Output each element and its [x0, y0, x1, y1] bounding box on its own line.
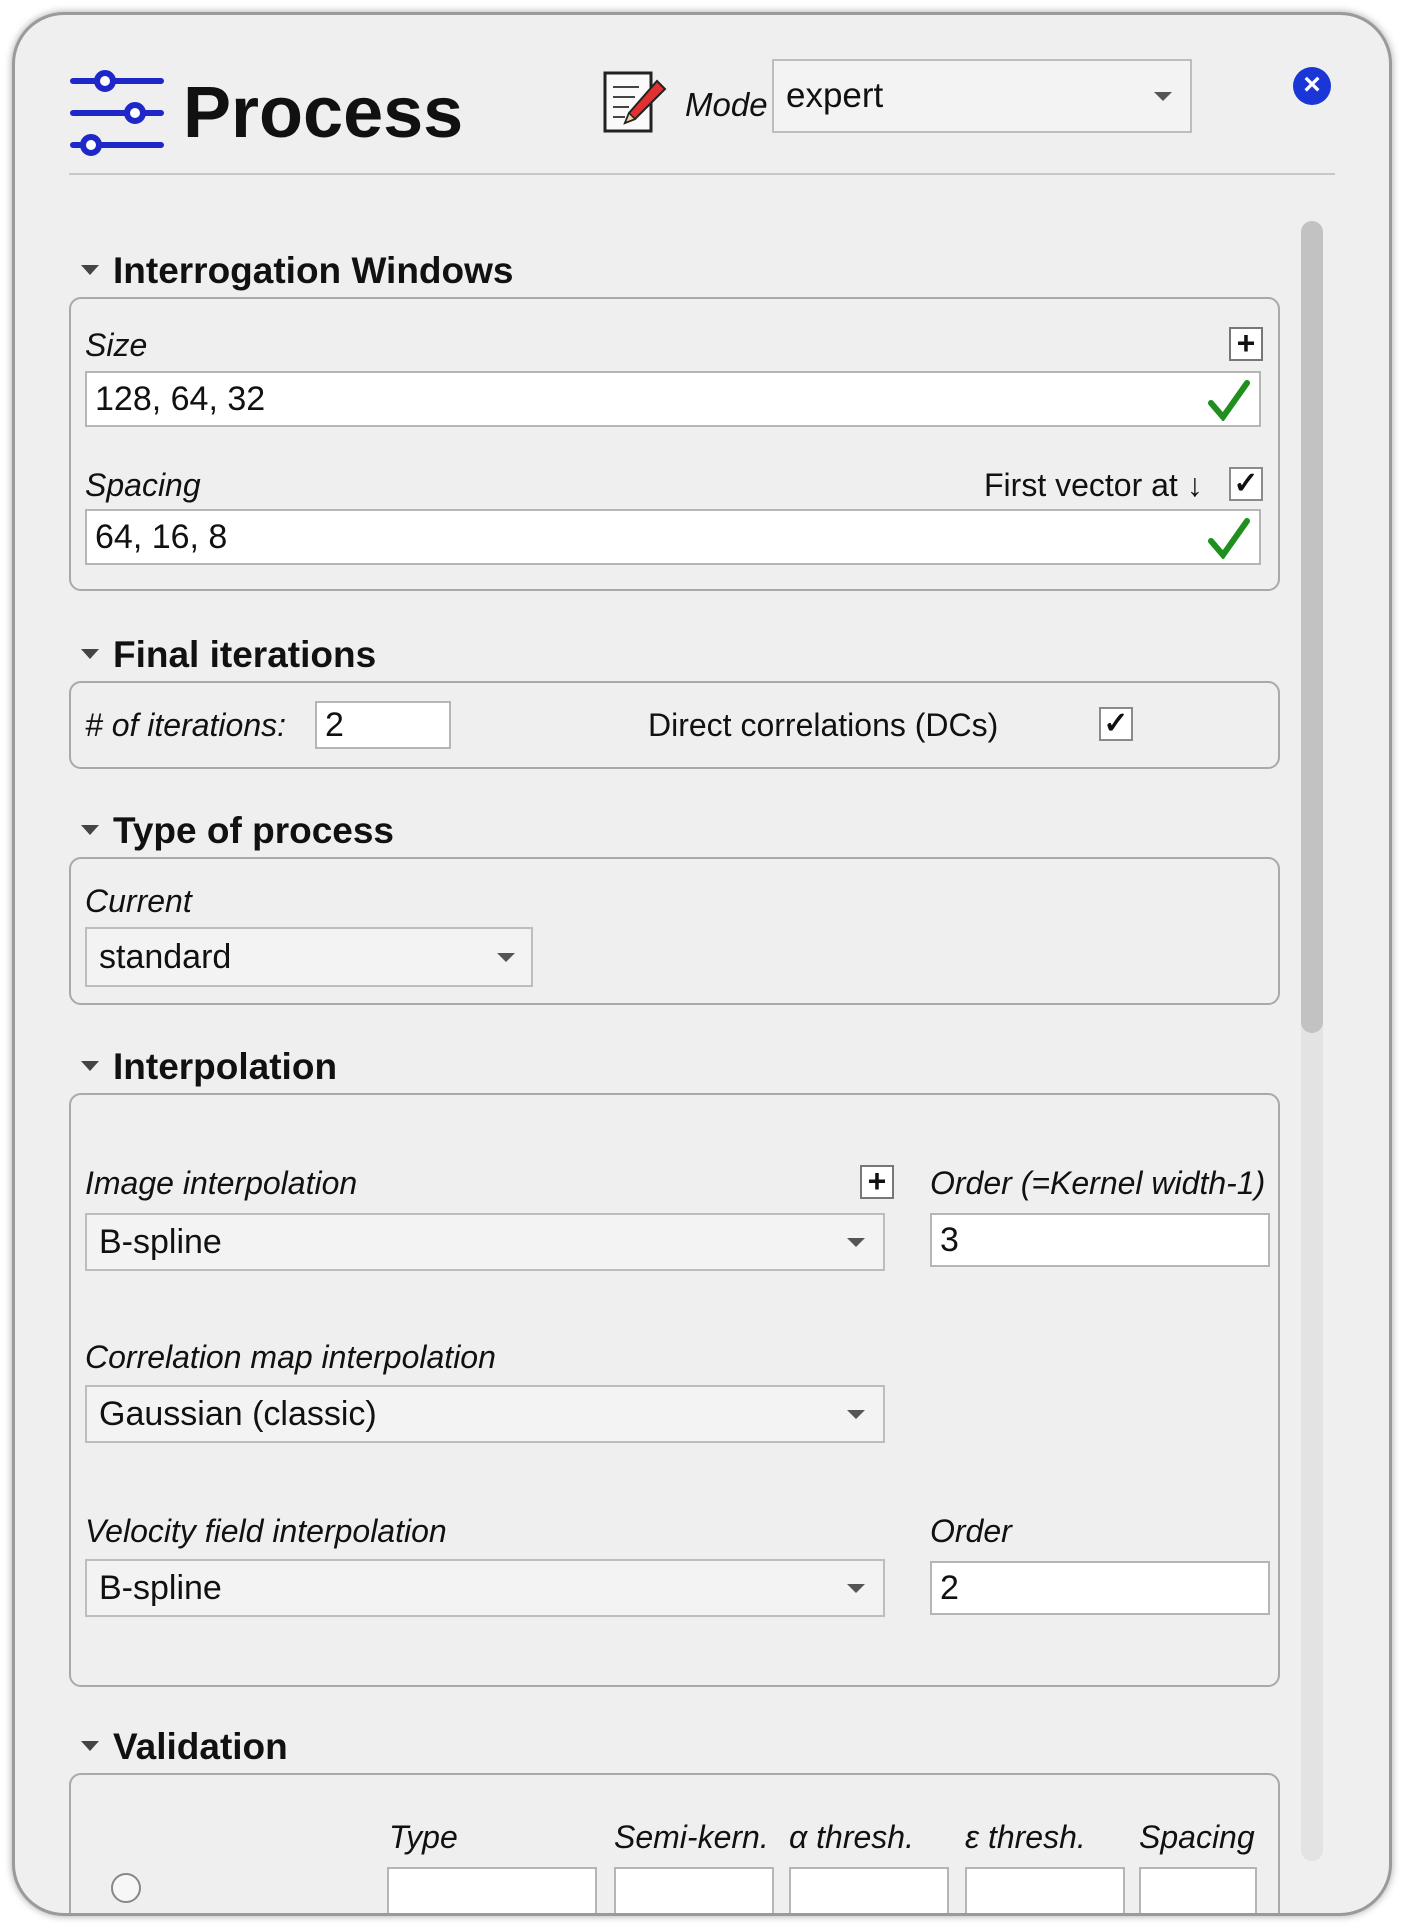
- current-label: Current: [85, 883, 192, 919]
- order-kernel-input[interactable]: 3: [930, 1213, 1270, 1267]
- correlation-interpolation-label: Correlation map interpolation: [85, 1339, 496, 1375]
- order-kernel-value: 3: [940, 1221, 959, 1259]
- close-icon[interactable]: ×: [1293, 67, 1331, 105]
- validation-col-semi-kern: Semi-kern.: [614, 1819, 769, 1855]
- chevron-down-icon: [847, 1584, 865, 1593]
- median-test-radio[interactable]: [111, 1873, 141, 1903]
- spacing-input-value: 64, 16, 8: [95, 518, 228, 556]
- collapse-triangle-icon: [81, 1061, 99, 1072]
- process-panel: Process Mode expert × Interrogation Wind…: [12, 12, 1392, 1916]
- section-title: Final iterations: [113, 634, 377, 675]
- type-of-process-box: Current standard: [69, 857, 1280, 1005]
- dcs-checkbox[interactable]: ✓: [1099, 707, 1133, 741]
- sliders-icon: [70, 70, 164, 156]
- collapse-triangle-icon: [81, 265, 99, 276]
- chevron-down-icon: [1154, 92, 1172, 101]
- scrollbar-thumb[interactable]: [1301, 221, 1323, 1033]
- alpha-thresh-input[interactable]: [789, 1867, 949, 1913]
- spacing-label: Spacing: [85, 467, 201, 503]
- validation-col-type: Type: [389, 1819, 458, 1855]
- image-interpolation-value: B-spline: [99, 1223, 222, 1261]
- iterations-input-value: 2: [325, 706, 344, 744]
- size-label: Size: [85, 327, 148, 363]
- edit-document-icon[interactable]: [599, 67, 669, 137]
- collapse-triangle-icon: [81, 649, 99, 660]
- interpolation-box: Image interpolation + Order (=Kernel wid…: [69, 1093, 1280, 1687]
- spacing-input[interactable]: 64, 16, 8: [85, 509, 1261, 565]
- valid-check-icon: [1208, 518, 1250, 559]
- velocity-order-input[interactable]: 2: [930, 1561, 1270, 1615]
- process-type-select[interactable]: standard: [85, 927, 533, 987]
- correlation-interpolation-value: Gaussian (classic): [99, 1395, 377, 1433]
- correlation-interpolation-select[interactable]: Gaussian (classic): [85, 1385, 885, 1443]
- page-title: Process: [183, 73, 464, 153]
- epsilon-thresh-input[interactable]: [965, 1867, 1125, 1913]
- section-type-of-process[interactable]: Type of process: [81, 809, 394, 853]
- collapse-triangle-icon: [81, 1741, 99, 1752]
- validation-col-alpha-thresh: α thresh.: [789, 1819, 914, 1855]
- velocity-order-value: 2: [940, 1569, 959, 1607]
- iterations-input[interactable]: 2: [315, 701, 451, 749]
- first-vector-label: First vector at ↓: [984, 467, 1203, 503]
- mode-select-value: expert: [786, 76, 884, 115]
- add-image-interpolation-button[interactable]: +: [860, 1165, 894, 1199]
- velocity-interpolation-select[interactable]: B-spline: [85, 1559, 885, 1617]
- collapse-triangle-icon: [81, 825, 99, 836]
- dcs-label: Direct correlations (DCs): [648, 707, 999, 743]
- section-title: Type of process: [113, 810, 395, 851]
- valid-check-icon: [1208, 380, 1250, 421]
- velocity-interpolation-label: Velocity field interpolation: [85, 1513, 447, 1549]
- validation-box: Type Semi-kern. α thresh. ε thresh. Spac…: [69, 1773, 1280, 1913]
- validation-col-epsilon-thresh: ε thresh.: [965, 1819, 1086, 1855]
- mode-select[interactable]: expert: [772, 59, 1192, 133]
- size-input-value: 128, 64, 32: [95, 380, 266, 418]
- final-iterations-box: # of iterations: 2 Direct correlations (…: [69, 681, 1280, 769]
- image-interpolation-select[interactable]: B-spline: [85, 1213, 885, 1271]
- section-final-iterations[interactable]: Final iterations: [81, 633, 376, 677]
- chevron-down-icon: [847, 1238, 865, 1247]
- first-vector-checkbox[interactable]: ✓: [1229, 467, 1263, 501]
- iterations-label: # of iterations:: [85, 707, 286, 743]
- process-type-value: standard: [99, 938, 232, 976]
- validation-spacing-input[interactable]: [1139, 1867, 1257, 1913]
- interrogation-windows-box: Size + 128, 64, 32 Spacing First vector …: [69, 297, 1280, 591]
- semi-kern-input[interactable]: [614, 1867, 774, 1913]
- add-size-button[interactable]: +: [1229, 327, 1263, 361]
- validation-col-spacing: Spacing: [1139, 1819, 1255, 1855]
- header-divider: [69, 173, 1335, 175]
- section-interpolation[interactable]: Interpolation: [81, 1045, 337, 1089]
- chevron-down-icon: [497, 953, 515, 962]
- section-interrogation-windows[interactable]: Interrogation Windows: [81, 249, 513, 293]
- mode-label: Mode: [685, 86, 768, 123]
- image-interpolation-label: Image interpolation: [85, 1165, 358, 1201]
- velocity-interpolation-value: B-spline: [99, 1569, 222, 1607]
- section-title: Interrogation Windows: [113, 250, 514, 291]
- order-kernel-label: Order (=Kernel width-1): [930, 1165, 1266, 1201]
- section-title: Interpolation: [113, 1046, 338, 1087]
- chevron-down-icon: [847, 1410, 865, 1419]
- section-validation[interactable]: Validation: [81, 1725, 288, 1769]
- size-input[interactable]: 128, 64, 32: [85, 371, 1261, 427]
- validation-type-select[interactable]: [387, 1867, 597, 1913]
- section-title: Validation: [113, 1726, 288, 1767]
- velocity-order-label: Order: [930, 1513, 1012, 1549]
